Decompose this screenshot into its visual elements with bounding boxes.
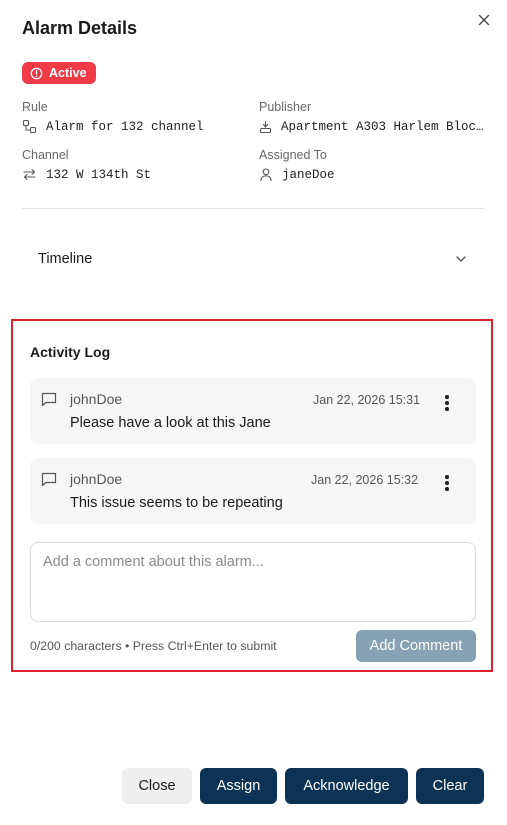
activity-log-section: Activity Log johnDoe Jan 22, 2026 15:31 … — [11, 319, 493, 672]
comment-time: Jan 22, 2026 15:31 — [313, 393, 421, 407]
assign-button[interactable]: Assign — [200, 768, 277, 804]
add-comment-button[interactable]: Add Comment — [356, 630, 476, 662]
channel-label: Channel — [22, 148, 69, 162]
timeline-label: Timeline — [38, 251, 93, 267]
assigned-to-value: janeDoe — [259, 167, 335, 182]
publisher-label: Publisher — [259, 100, 312, 114]
comment-text: Please have a look at this Jane — [70, 415, 271, 431]
chevron-down-icon — [456, 256, 466, 262]
comment-author: johnDoe — [70, 391, 123, 407]
comment-time: Jan 22, 2026 15:32 — [311, 473, 419, 487]
status-badge: Active — [22, 62, 96, 84]
assigned-to-label: Assigned To — [259, 148, 327, 162]
activity-log-title: Activity Log — [30, 344, 111, 360]
more-vertical-icon[interactable] — [438, 471, 456, 495]
comment-icon — [41, 392, 57, 407]
status-label: Active — [49, 66, 87, 80]
rule-icon — [22, 119, 37, 134]
comment-item: johnDoe Jan 22, 2026 15:32 This issue se… — [30, 458, 476, 524]
close-icon[interactable] — [476, 12, 492, 28]
channel-value: 132 W 134th St — [22, 167, 151, 182]
dialog-title: Alarm Details — [22, 18, 138, 38]
clear-button[interactable]: Clear — [416, 768, 484, 804]
publisher-icon — [259, 120, 272, 134]
assigned-to-text: janeDoe — [282, 167, 335, 182]
comment-text: This issue seems to be repeating — [70, 495, 283, 511]
channel-arrows-icon — [23, 168, 36, 181]
user-icon — [260, 168, 272, 182]
rule-label: Rule — [22, 100, 48, 114]
alert-circle-icon — [30, 67, 43, 79]
timeline-accordion[interactable]: Timeline — [22, 240, 484, 278]
more-vertical-icon[interactable] — [438, 391, 456, 415]
rule-value: Alarm for 132 channel — [22, 119, 204, 134]
comment-item: johnDoe Jan 22, 2026 15:31 Please have a… — [30, 378, 476, 444]
comment-icon — [41, 472, 57, 487]
comment-author: johnDoe — [70, 471, 123, 487]
comment-input[interactable] — [30, 542, 476, 622]
publisher-value: Apartment A303 Harlem Block… — [259, 119, 485, 134]
divider — [22, 208, 484, 209]
channel-text: 132 W 134th St — [46, 167, 152, 182]
publisher-text: Apartment A303 Harlem Block… — [281, 119, 485, 134]
rule-text: Alarm for 132 channel — [46, 119, 204, 134]
close-button[interactable]: Close — [122, 768, 192, 804]
acknowledge-button[interactable]: Acknowledge — [285, 768, 408, 804]
character-count-hint: 0/200 characters • Press Ctrl+Enter to s… — [30, 639, 277, 653]
